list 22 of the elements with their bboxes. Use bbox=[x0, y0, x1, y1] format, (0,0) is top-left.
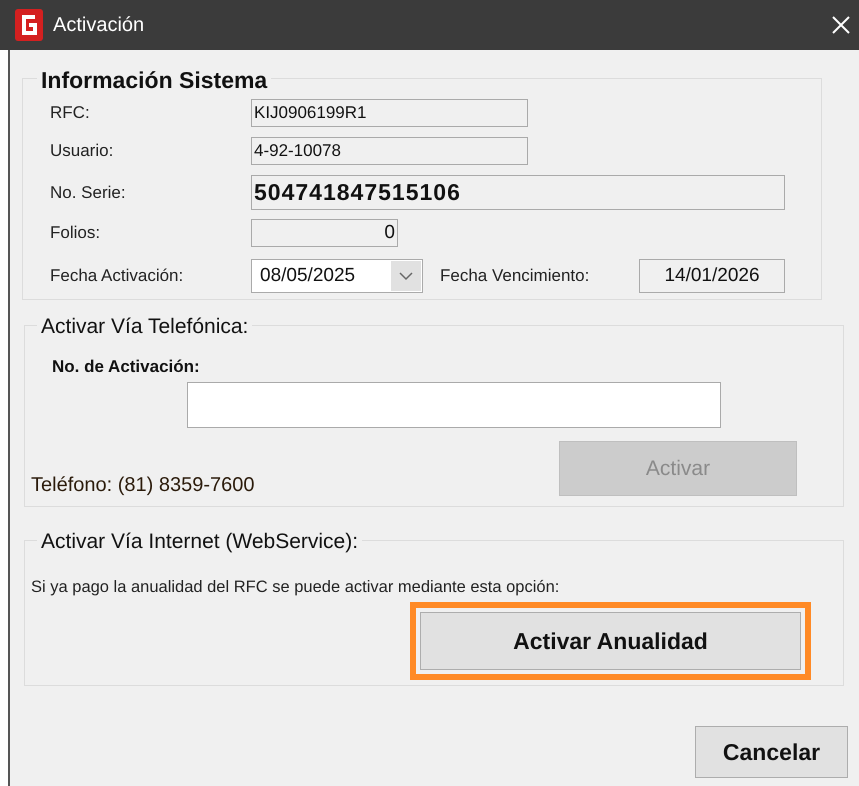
window-title: Activación bbox=[53, 13, 144, 38]
dropdown-icon[interactable] bbox=[391, 261, 421, 291]
description-text: Si ya pago la anualidad del RFC se puede activar mediante esta opción: bbox=[31, 577, 560, 598]
cancel-button[interactable]: Cancelar bbox=[695, 726, 848, 778]
activate-annuity-button[interactable]: Activar Anualidad bbox=[410, 602, 811, 680]
field-label: No. de Activación: bbox=[52, 356, 200, 378]
field-label: No. Serie: bbox=[50, 182, 127, 204]
app-logo-icon bbox=[14, 8, 44, 42]
readonly-field: 0 bbox=[251, 219, 398, 247]
field-label: Usuario: bbox=[50, 140, 114, 162]
readonly-field: KIJ0906199R1 bbox=[251, 99, 528, 127]
date-picker[interactable]: 08/05/2025 bbox=[251, 259, 423, 293]
phone-text: Teléfono: (81) 8359-7600 bbox=[31, 473, 254, 498]
activation-number-field[interactable] bbox=[187, 382, 721, 428]
readonly-field: 4-92-10078 bbox=[251, 137, 528, 165]
date-field: 14/01/2026 bbox=[639, 259, 785, 293]
readonly-field: 504741847515106 bbox=[251, 175, 785, 210]
field-label: Folios: bbox=[50, 222, 102, 244]
field-label: Fecha Vencimiento: bbox=[440, 265, 590, 288]
close-icon[interactable] bbox=[831, 15, 851, 35]
field-label: RFC: bbox=[50, 102, 91, 124]
field-label: Fecha Activación: bbox=[50, 265, 184, 288]
